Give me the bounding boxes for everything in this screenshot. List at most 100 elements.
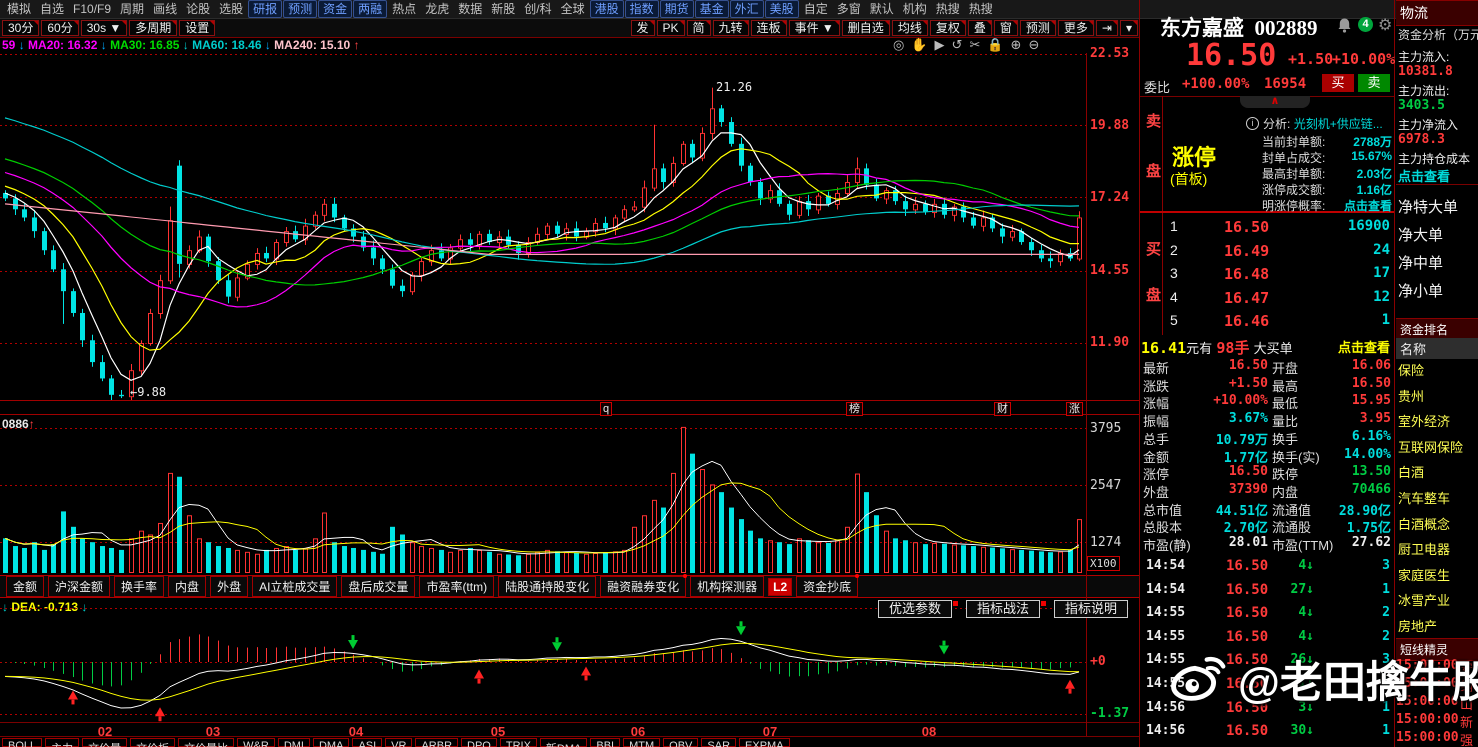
toolbar-button[interactable]: PK [657, 20, 685, 36]
bottom-indicator-MTM[interactable]: MTM [623, 738, 660, 747]
toolbar-button[interactable]: ⇥ [1096, 20, 1118, 36]
play-icon[interactable]: ▶ [935, 37, 952, 52]
indicator-button-指标战法[interactable]: 指标战法 [966, 600, 1040, 618]
lock-icon[interactable]: 🔒 [987, 37, 1010, 52]
gear-icon[interactable]: ⚙ [1378, 15, 1392, 35]
bottom-indicator-OBV[interactable]: OBV [663, 738, 698, 747]
sector-name[interactable]: 贵州 [1398, 386, 1424, 405]
toolbar-button[interactable]: 复权 [930, 20, 966, 36]
panel-tab-陆股通持股变化[interactable]: 陆股通持股变化 [498, 576, 596, 597]
menu-item-期货[interactable]: 期货 [660, 0, 694, 18]
event-badge-榜[interactable]: 榜 [846, 402, 863, 416]
sector-name[interactable]: 厨卫电器 [1398, 539, 1450, 558]
net-item-净大单[interactable]: 净大单 [1398, 224, 1443, 245]
zoom-in-icon[interactable]: ⊕ [1011, 37, 1029, 52]
toolbar-button[interactable]: 更多 [1058, 20, 1094, 36]
undo-icon[interactable]: ↺ [952, 37, 970, 52]
menu-item-默认[interactable]: 默认 [866, 1, 898, 17]
menu-item-模拟[interactable]: 模拟 [3, 1, 35, 17]
event-badge-q[interactable]: q [600, 402, 612, 416]
menu-item-自定[interactable]: 自定 [800, 1, 832, 17]
panel-tab-资金抄底[interactable]: 资金抄底 [796, 576, 858, 597]
net-item-净小单[interactable]: 净小单 [1398, 280, 1443, 301]
analysis-value[interactable]: 光刻机+供应链... [1294, 117, 1383, 131]
menu-item-外汇[interactable]: 外汇 [730, 0, 764, 18]
panel-tab-市盈率(ttm)[interactable]: 市盈率(ttm) [419, 576, 494, 597]
sector-name[interactable]: 白酒概念 [1398, 514, 1450, 533]
sector-name[interactable]: 房地产 [1398, 616, 1437, 635]
menu-item-论股[interactable]: 论股 [182, 1, 214, 17]
buy-button[interactable]: 买 [1322, 74, 1354, 92]
trade-tick-row[interactable]: 14:5416.5027↓1 [1144, 582, 1392, 605]
bottom-indicator-主力[interactable]: 主力 [45, 738, 79, 747]
panel-tab-机构探测器[interactable]: 机构探测器 [690, 576, 764, 597]
toolbar-button[interactable]: 预测 [1020, 20, 1056, 36]
menu-item-F10/F9[interactable]: F10/F9 [69, 1, 115, 17]
panel-tab-金额[interactable]: 金额 [6, 576, 44, 597]
bottom-indicator-文价量[interactable]: 文价量 [82, 738, 127, 747]
bid-row[interactable]: 416.4712 [1166, 289, 1392, 311]
toolbar-button[interactable]: 连板 [751, 20, 787, 36]
panel-tab-内盘[interactable]: 内盘 [168, 576, 206, 597]
sector-name[interactable]: 家庭医生 [1398, 565, 1450, 584]
bottom-indicator-DPO[interactable]: DPO [461, 738, 497, 747]
toolbar-button[interactable]: 事件 ▼ [789, 20, 840, 36]
menu-item-创/科[interactable]: 创/科 [520, 1, 555, 17]
menu-item-自选[interactable]: 自选 [36, 1, 68, 17]
volume-chart[interactable] [0, 415, 1086, 575]
menu-item-预测[interactable]: 预测 [283, 0, 317, 18]
toolbar-button[interactable]: 多周期 [129, 20, 177, 36]
fund-value[interactable]: 点击查看 [1398, 166, 1450, 185]
panel-tab-L2[interactable]: L2 [768, 578, 792, 596]
toolbar-button[interactable]: 60分 [41, 20, 78, 36]
sell-button[interactable]: 卖 [1358, 74, 1390, 92]
menu-item-研报[interactable]: 研报 [248, 0, 282, 18]
menu-item-选股[interactable]: 选股 [215, 1, 247, 17]
sector-header[interactable]: 物流 [1396, 0, 1478, 26]
panel-tab-沪深金额[interactable]: 沪深金额 [48, 576, 110, 597]
menu-item-资金[interactable]: 资金 [318, 0, 352, 18]
bottom-indicator-SAR[interactable]: SAR [701, 738, 736, 747]
sector-name[interactable]: 汽车整车 [1398, 488, 1450, 507]
toolbar-button[interactable]: 均线 [892, 20, 928, 36]
net-item-净中单[interactable]: 净中单 [1398, 252, 1443, 273]
event-badge-涨[interactable]: 涨 [1066, 402, 1083, 416]
panel-tab-换手率[interactable]: 换手率 [114, 576, 164, 597]
name-column-header[interactable]: 名称 [1396, 338, 1478, 359]
menu-item-美股[interactable]: 美股 [765, 0, 799, 18]
bottom-indicator-文价量比[interactable]: 文价量比 [178, 738, 234, 747]
toolbar-button[interactable]: 设置 [179, 20, 215, 36]
hand-icon[interactable]: ✋ [911, 37, 934, 52]
sector-name[interactable]: 白酒 [1398, 462, 1424, 481]
panel-tab-盘后成交量[interactable]: 盘后成交量 [341, 576, 415, 597]
menu-item-基金[interactable]: 基金 [695, 0, 729, 18]
sector-name[interactable]: 室外经济 [1398, 411, 1450, 430]
sector-name[interactable]: 互联网保险 [1398, 437, 1463, 456]
bid-row[interactable]: 216.4924 [1166, 242, 1392, 264]
green-badge-icon[interactable]: 4 [1358, 17, 1373, 32]
bottom-indicator-BBI[interactable]: BBI [590, 738, 620, 747]
bottom-indicator-VR[interactable]: VR [385, 738, 412, 747]
collapse-chevron[interactable]: ∧ [1240, 96, 1310, 108]
menu-item-周期[interactable]: 周期 [116, 1, 148, 17]
bottom-indicator-ASI[interactable]: ASI [352, 738, 382, 747]
menu-item-全球[interactable]: 全球 [557, 1, 589, 17]
view-link[interactable]: 点击查看 [1338, 337, 1390, 356]
toolbar-button[interactable]: ▾ [1120, 20, 1138, 36]
bottom-indicator-ARBR[interactable]: ARBR [415, 738, 458, 747]
bid-row[interactable]: 316.4817 [1166, 265, 1392, 287]
bottom-indicator-W&R[interactable]: W&R [237, 738, 275, 747]
bottom-indicator-文价板[interactable]: 文价板 [130, 738, 175, 747]
menu-item-热搜[interactable]: 热搜 [965, 1, 997, 17]
indicator-button-优选参数[interactable]: 优选参数 [878, 600, 952, 618]
bottom-indicator-BOLL[interactable]: BOLL [2, 738, 42, 747]
event-badge-财[interactable]: 财 [994, 402, 1011, 416]
crosshair-icon[interactable]: ◎ [893, 37, 911, 52]
indicator-button-指标说明[interactable]: 指标说明 [1054, 600, 1128, 618]
bottom-indicator-DMA[interactable]: DMA [313, 738, 349, 747]
menu-item-数据[interactable]: 数据 [454, 1, 486, 17]
panel-tab-融资融券变化[interactable]: 融资融券变化 [600, 576, 686, 597]
main-candlestick-chart[interactable] [0, 53, 1086, 400]
menu-item-指数[interactable]: 指数 [625, 0, 659, 18]
toolbar-button[interactable]: 30s ▼ [81, 20, 128, 36]
